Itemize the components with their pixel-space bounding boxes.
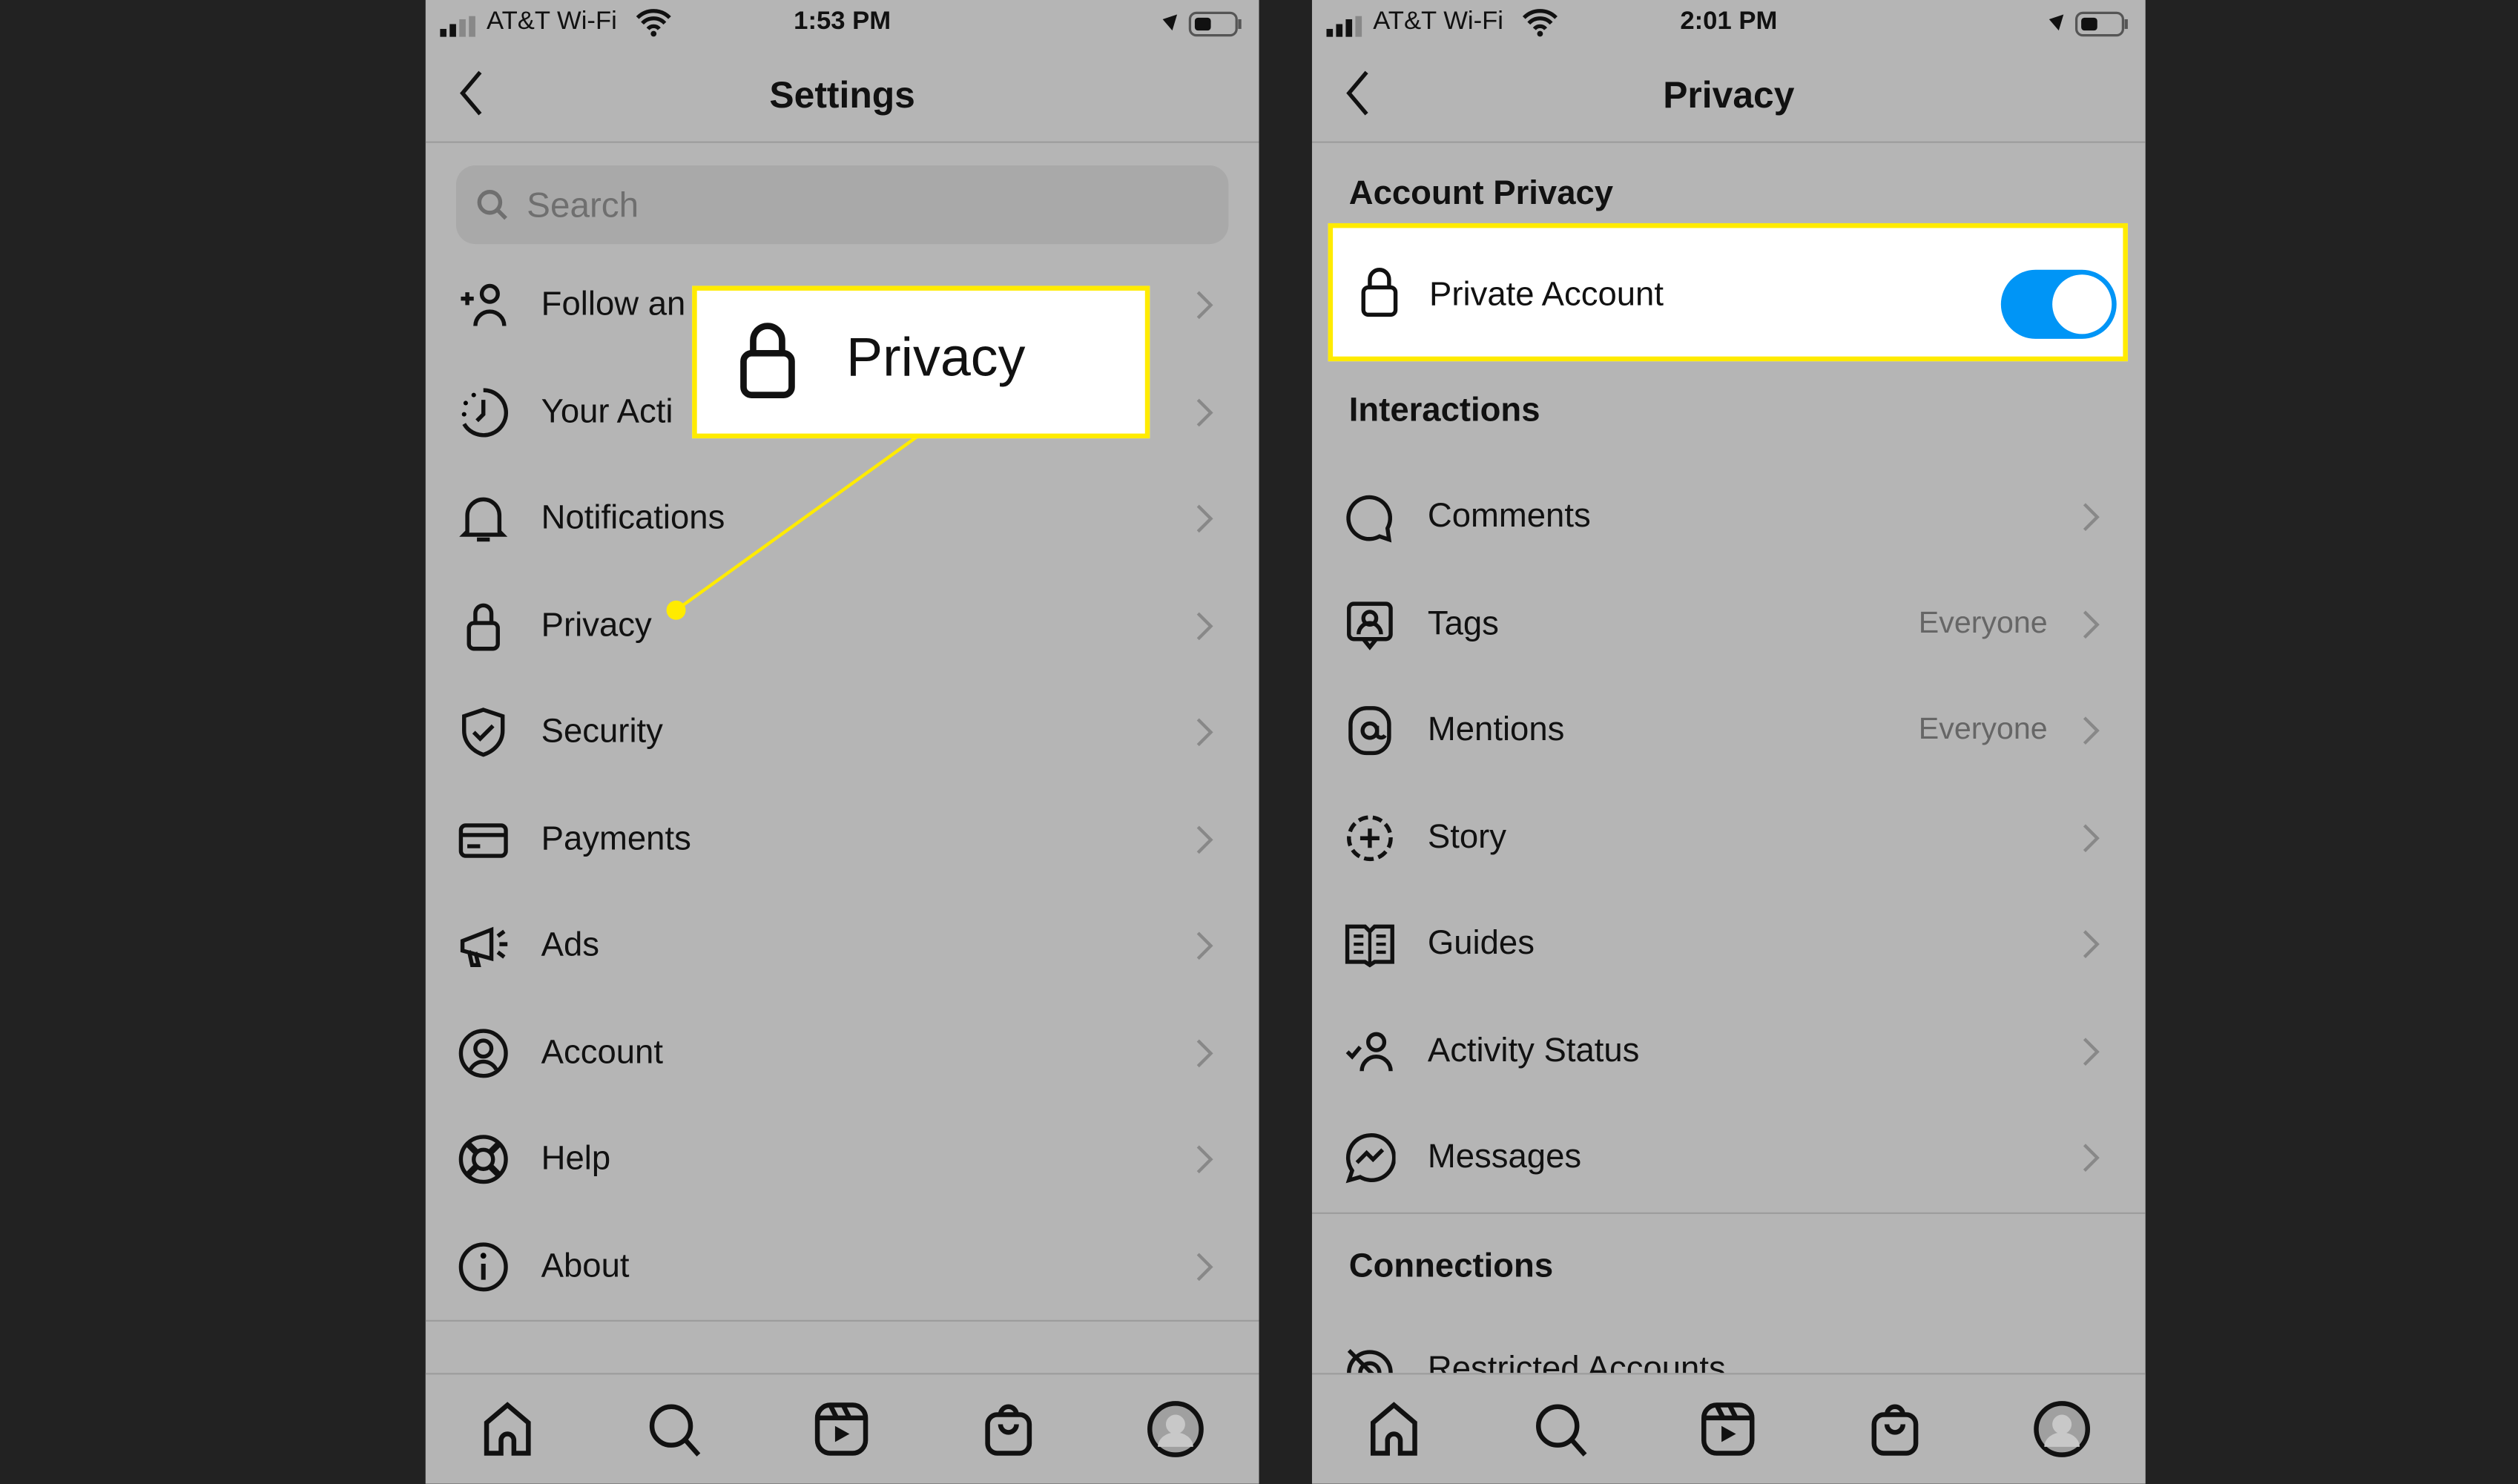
tab-reels[interactable]	[1699, 1400, 1757, 1458]
lock-icon	[740, 323, 795, 398]
row-value: Everyone	[1918, 713, 2048, 747]
private-account-toggle[interactable]	[2000, 269, 2117, 339]
settings-row-comments[interactable]: Comments	[1312, 469, 2146, 565]
chevron-right-icon	[2083, 503, 2100, 532]
chevron-right-icon	[2083, 823, 2100, 852]
section-account-privacy: Account Privacy	[1348, 175, 1614, 212]
profile-icon	[2034, 1401, 2091, 1457]
guide-book-icon	[1345, 924, 1394, 968]
lock-icon	[1361, 268, 1398, 317]
chevron-right-icon	[2083, 716, 2100, 745]
row-label: Story	[1427, 818, 1506, 855]
callout-dot	[666, 600, 686, 620]
settings-row-guides[interactable]: Guides	[1312, 896, 2146, 992]
privacy-callout: Privacy	[692, 286, 1150, 439]
messenger-icon	[1345, 1133, 1396, 1184]
settings-row-tags[interactable]: Tags Everyone	[1312, 576, 2146, 672]
tab-search[interactable]	[1532, 1400, 1590, 1458]
row-label: Guides	[1427, 925, 1535, 962]
tag-person-icon	[1347, 601, 1393, 650]
status-bar: AT&T Wi-Fi 2:01 PM	[1312, 7, 2146, 42]
home-icon	[1370, 1402, 1417, 1456]
settings-row-messages[interactable]: Messages	[1312, 1109, 2146, 1206]
divider	[1311, 1212, 2146, 1214]
chevron-right-icon	[2083, 930, 2100, 958]
privacy-screen: AT&T Wi-Fi 2:01 PM Privacy Account Priva…	[1311, 0, 2146, 1484]
settings-row-mentions[interactable]: Mentions Everyone	[1312, 682, 2146, 779]
at-icon	[1348, 706, 1391, 756]
reels-icon	[1701, 1402, 1755, 1456]
settings-row-activity-status[interactable]: Activity Status	[1312, 1003, 2146, 1099]
tab-shop[interactable]	[1866, 1400, 1924, 1458]
section-interactions: Interactions	[1348, 392, 1540, 429]
row-value: Everyone	[1918, 606, 2048, 640]
page-title: Privacy	[1663, 73, 1795, 116]
private-account-label: Private Account	[1429, 276, 1664, 314]
tab-profile[interactable]	[2033, 1400, 2091, 1458]
row-label: Messages	[1427, 1138, 1582, 1175]
chevron-right-icon	[2083, 610, 2100, 639]
clock: 2:01 PM	[1680, 7, 1778, 36]
activity-status-icon	[1345, 1031, 1393, 1071]
chevron-right-icon	[2083, 1144, 2100, 1172]
row-label: Mentions	[1427, 711, 1565, 748]
story-plus-icon	[1347, 814, 1393, 861]
callout-label: Privacy	[846, 327, 1026, 389]
shop-icon	[1871, 1404, 1919, 1456]
battery-icon	[2049, 11, 2128, 37]
row-label: Activity Status	[1427, 1032, 1640, 1069]
nav-bar: Privacy	[1311, 58, 2146, 143]
settings-row-story[interactable]: Story	[1312, 789, 2146, 886]
chevron-right-icon	[2083, 1037, 2100, 1065]
search-icon	[1536, 1404, 1587, 1457]
row-label: Comments	[1427, 498, 1591, 535]
tab-bar	[1311, 1373, 2146, 1484]
row-label: Tags	[1427, 604, 1499, 642]
private-account-row[interactable]: Private Account	[1328, 222, 2128, 362]
tab-home[interactable]	[1365, 1400, 1423, 1458]
section-connections: Connections	[1348, 1247, 1554, 1285]
comment-icon	[1346, 495, 1392, 543]
